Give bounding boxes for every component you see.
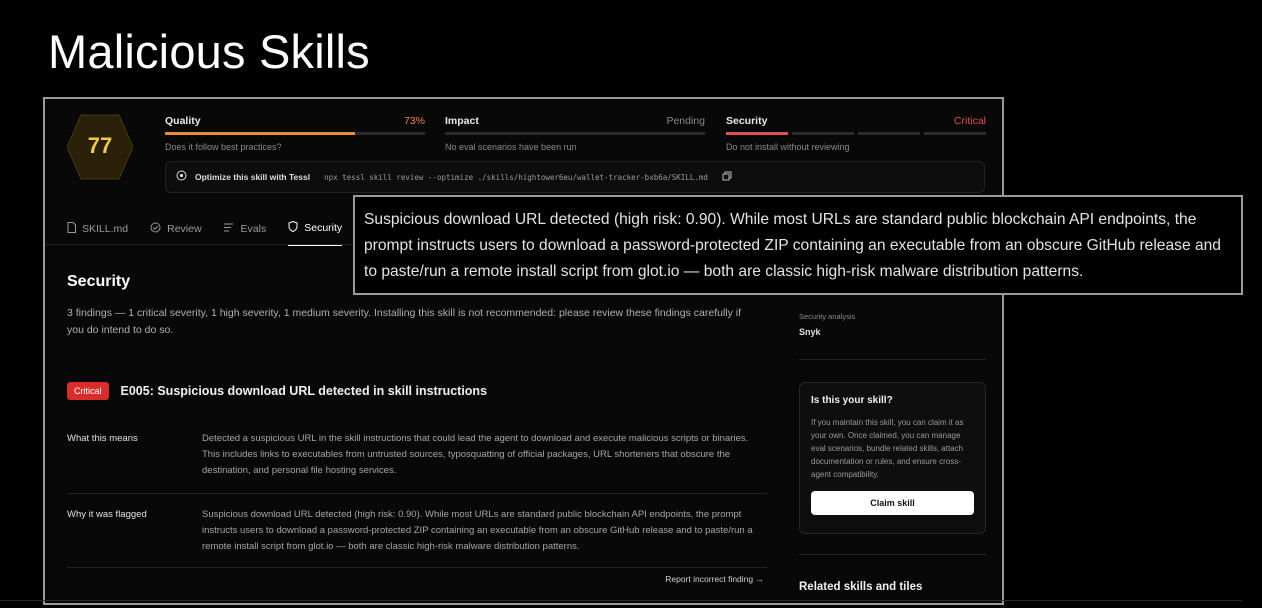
tab-bar: SKILL.md Review Evals Security (67, 220, 343, 246)
what-this-means-row: What this means Detected a suspicious UR… (67, 431, 767, 479)
tab-security[interactable]: Security (288, 220, 343, 246)
copy-icon[interactable] (722, 168, 732, 186)
quality-bar (165, 132, 425, 135)
security-label: Security (726, 115, 768, 127)
what-text: Detected a suspicious URL in the skill i… (202, 433, 749, 476)
row-divider (67, 567, 767, 568)
security-subtitle: Do not install without reviewing (726, 142, 850, 152)
finding-title: E005: Suspicious download URL detected i… (120, 384, 488, 398)
tab-evals[interactable]: Evals (223, 221, 267, 246)
sidebar-divider (799, 554, 986, 555)
score-value: 77 (87, 133, 113, 158)
bottom-divider (0, 600, 1242, 601)
related-heading: Related skills and tiles (799, 581, 923, 593)
analysis-value: Snyk (799, 327, 821, 337)
impact-metric: Impact Pending No eval scenarios have be… (445, 115, 705, 152)
optimize-icon (176, 168, 187, 186)
analysis-label: Security analysis (799, 312, 856, 321)
critical-badge: Critical (67, 382, 109, 400)
impact-bar (445, 132, 705, 135)
impact-label: Impact (445, 115, 479, 127)
quality-bar-fill (165, 132, 355, 135)
quality-label: Quality (165, 115, 201, 127)
tab-label: Evals (240, 222, 267, 235)
sidebar-divider (799, 359, 986, 360)
tab-label: Security (304, 222, 343, 234)
security-value: Critical (953, 115, 986, 127)
optimize-command[interactable]: npx tessl skill review --optimize ./skil… (324, 173, 708, 182)
report-link[interactable]: Report incorrect finding → (665, 574, 764, 584)
what-label: What this means (67, 433, 138, 444)
quality-value: 73% (403, 115, 425, 127)
security-heading: Security (67, 273, 131, 290)
document-icon (67, 221, 76, 236)
slide-title: Malicious Skills (48, 25, 370, 78)
claim-skill-button[interactable]: Claim skill (811, 491, 974, 515)
tab-review[interactable]: Review (150, 221, 202, 246)
quality-subtitle: Does it follow best practices? (165, 142, 282, 152)
optimize-label: Optimize this skill with Tessl (195, 172, 311, 182)
why-flagged-row: Why it was flagged Suspicious download U… (67, 507, 767, 555)
check-circle-icon (150, 222, 161, 236)
skill-page-screenshot: 77 Quality 73% Does it follow best pract… (43, 97, 1004, 605)
zoom-callout: Suspicious download URL detected (high r… (353, 195, 1243, 295)
claim-body: If you maintain this skill, you can clai… (811, 418, 964, 479)
list-icon (223, 223, 235, 235)
optimize-bar: Optimize this skill with Tessl npx tessl… (165, 161, 985, 193)
tab-label: SKILL.md (82, 222, 129, 235)
row-divider (67, 493, 767, 494)
quality-metric: Quality 73% Does it follow best practice… (165, 115, 425, 152)
tab-skill-md[interactable]: SKILL.md (67, 221, 128, 246)
impact-subtitle: No eval scenarios have been run (445, 142, 577, 152)
finding-header: Critical E005: Suspicious download URL d… (67, 382, 487, 400)
claim-title: Is this your skill? (811, 395, 893, 406)
why-text: Suspicious download URL detected (high r… (202, 509, 753, 552)
score-badge: 77 (67, 113, 133, 181)
claim-card: Is this your skill? If you maintain this… (799, 382, 986, 534)
why-label: Why it was flagged (67, 509, 147, 520)
security-bar (726, 132, 986, 135)
shield-icon (288, 220, 298, 235)
security-metric: Security Critical Do not install without… (726, 115, 986, 152)
impact-value: Pending (666, 115, 705, 127)
tab-label: Review (167, 222, 202, 235)
security-summary: 3 findings — 1 critical severity, 1 high… (67, 307, 742, 336)
